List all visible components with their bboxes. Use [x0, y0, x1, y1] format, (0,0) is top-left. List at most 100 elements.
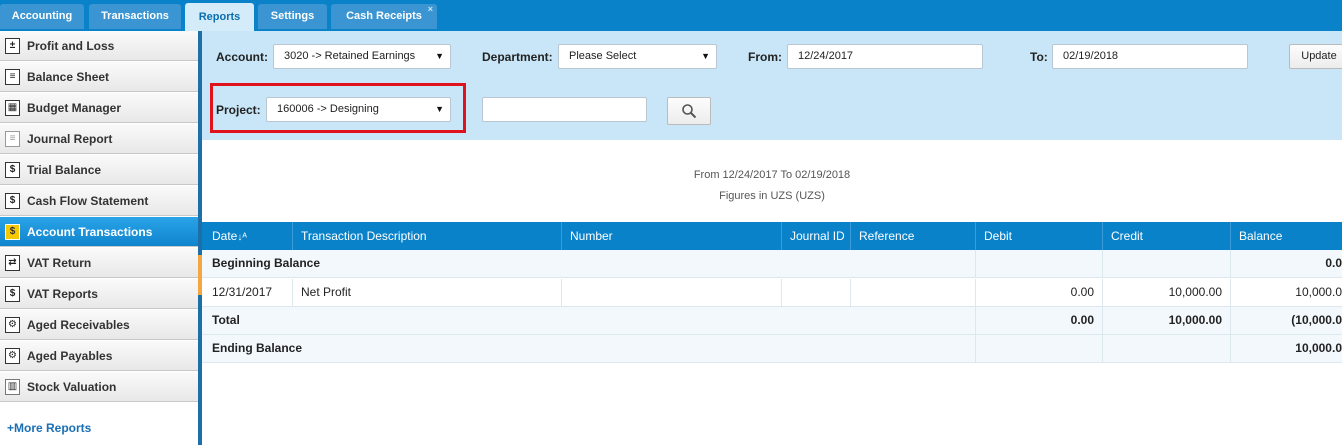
account-label: Account: — [216, 50, 268, 64]
report-currency: Figures in UZS (UZS) — [719, 190, 825, 202]
balance-cell: 0.0 — [1230, 250, 1342, 278]
debit-cell — [975, 335, 1102, 363]
vat-return-icon: ⇄ — [5, 255, 20, 271]
header-description[interactable]: Transaction Description — [292, 222, 561, 250]
close-icon[interactable]: × — [428, 0, 433, 22]
dollar-document-icon: $ — [5, 193, 20, 209]
sidebar-item-label: Aged Receivables — [27, 318, 130, 332]
number-cell — [561, 279, 781, 307]
sidebar-item-label: Trial Balance — [27, 163, 102, 177]
more-reports-link[interactable]: +More Reports — [7, 421, 91, 435]
aged-payables-icon: ⚙ — [5, 348, 20, 364]
account-select[interactable]: 3020 -> Retained Earnings ▼ — [273, 44, 451, 69]
header-balance[interactable]: Balance — [1230, 222, 1342, 250]
department-label: Department: — [482, 50, 553, 64]
header-debit[interactable]: Debit — [975, 222, 1102, 250]
sidebar-item-vat-return[interactable]: ⇄ VAT Return — [0, 248, 198, 278]
credit-cell — [1102, 250, 1230, 278]
debit-cell: 0.00 — [975, 307, 1102, 335]
sidebar-item-label: Cash Flow Statement — [27, 194, 149, 208]
search-button[interactable] — [667, 97, 711, 125]
sidebar-item-aged-receivables[interactable]: ⚙ Aged Receivables — [0, 310, 198, 340]
description-cell: Net Profit — [292, 279, 561, 307]
sidebar-item-label: Account Transactions — [27, 225, 153, 239]
tab-transactions[interactable]: Transactions — [89, 4, 181, 29]
sidebar-item-cash-flow-statement[interactable]: $ Cash Flow Statement — [0, 186, 198, 216]
to-date-input[interactable]: 02/19/2018 — [1052, 44, 1248, 69]
sidebar-item-aged-payables[interactable]: ⚙ Aged Payables — [0, 341, 198, 371]
date-cell: 12/31/2017 — [212, 285, 273, 299]
sidebar-item-label: Profit and Loss — [27, 39, 115, 53]
tab-cash-receipts[interactable]: Cash Receipts × — [331, 4, 437, 29]
sort-icon: ↓ᴬ — [237, 232, 247, 243]
project-select[interactable]: 160006 -> Designing ▼ — [266, 97, 451, 122]
credit-cell — [1102, 335, 1230, 363]
search-icon — [682, 104, 697, 119]
aged-receivables-icon: ⚙ — [5, 317, 20, 333]
dollar-document-icon: $ — [5, 162, 20, 178]
credit-cell: 10,000.00 — [1102, 307, 1230, 335]
sidebar-item-balance-sheet[interactable]: ≡ Balance Sheet — [0, 62, 198, 92]
header-date[interactable]: Date↓ᴬ — [202, 222, 292, 250]
tab-settings[interactable]: Settings — [258, 4, 327, 29]
tab-reports[interactable]: Reports — [185, 3, 254, 31]
vat-reports-icon: $ — [5, 286, 20, 302]
balance-cell: (10,000.0 — [1230, 307, 1342, 335]
balance-cell: 10,000.0 — [1230, 335, 1342, 363]
from-label: From: — [748, 50, 782, 64]
sidebar-item-trial-balance[interactable]: $ Trial Balance — [0, 155, 198, 185]
dropdown-arrow-icon: ▼ — [435, 51, 444, 61]
dropdown-arrow-icon: ▼ — [701, 51, 710, 61]
dropdown-arrow-icon: ▼ — [435, 104, 444, 114]
account-transactions-icon: $ — [5, 224, 20, 240]
header-reference[interactable]: Reference — [850, 222, 975, 250]
sidebar-item-budget-manager[interactable]: ▦ Budget Manager — [0, 93, 198, 123]
header-number[interactable]: Number — [561, 222, 781, 250]
account-select-value: 3020 -> Retained Earnings — [284, 50, 416, 62]
report-date-range: From 12/24/2017 To 02/19/2018 — [693, 169, 851, 181]
row-label: Total — [212, 313, 240, 327]
reference-cell — [850, 279, 975, 307]
debit-cell — [975, 250, 1102, 278]
search-input[interactable] — [482, 97, 647, 122]
project-select-value: 160006 -> Designing — [277, 103, 379, 115]
to-label: To: — [1030, 50, 1048, 64]
journal-id-cell — [781, 279, 850, 307]
tab-cash-receipts-label: Cash Receipts — [346, 10, 422, 22]
table-row[interactable]: 12/31/2017 Net Profit 0.00 10,000.00 10,… — [202, 279, 1342, 307]
table-row: Beginning Balance 0.0 — [202, 250, 1342, 278]
balance-sheet-icon: ≡ — [5, 69, 20, 85]
reports-sidebar: ± Profit and Loss ≡ Balance Sheet ▦ Budg… — [0, 31, 198, 445]
sidebar-item-stock-valuation[interactable]: ▥ Stock Valuation — [0, 372, 198, 402]
department-select[interactable]: Please Select ▼ — [558, 44, 717, 69]
sidebar-item-label: VAT Reports — [27, 287, 98, 301]
tab-accounting[interactable]: Accounting — [0, 4, 84, 29]
sidebar-item-profit-and-loss[interactable]: ± Profit and Loss — [0, 31, 198, 61]
debit-cell: 0.00 — [975, 279, 1102, 307]
budget-icon: ▦ — [5, 100, 20, 116]
top-tab-bar: Accounting Transactions Reports Settings… — [0, 0, 1342, 31]
credit-cell: 10,000.00 — [1102, 279, 1230, 307]
row-label: Ending Balance — [212, 341, 303, 355]
sidebar-item-label: VAT Return — [27, 256, 92, 270]
filter-panel: Account: 3020 -> Retained Earnings ▼ Dep… — [202, 31, 1342, 140]
row-label: Beginning Balance — [212, 256, 321, 270]
table-row: Total 0.00 10,000.00 (10,000.0 — [202, 307, 1342, 335]
profit-loss-icon: ± — [5, 38, 20, 54]
stock-valuation-icon: ▥ — [5, 379, 20, 395]
table-header: Date↓ᴬ Transaction Description Number Jo… — [202, 222, 1342, 250]
project-label: Project: — [216, 103, 261, 117]
header-journal-id[interactable]: Journal ID — [781, 222, 850, 250]
update-button[interactable]: Update — [1289, 44, 1342, 69]
header-credit[interactable]: Credit — [1102, 222, 1230, 250]
sidebar-item-label: Journal Report — [27, 132, 113, 146]
department-select-value: Please Select — [569, 50, 637, 62]
sidebar-item-vat-reports[interactable]: $ VAT Reports — [0, 279, 198, 309]
sidebar-item-label: Balance Sheet — [27, 70, 110, 84]
sidebar-item-account-transactions[interactable]: $ Account Transactions — [0, 217, 198, 247]
from-date-input[interactable]: 12/24/2017 — [787, 44, 983, 69]
header-date-label: Date — [212, 229, 238, 243]
sidebar-item-label: Aged Payables — [27, 349, 113, 363]
table-row: Ending Balance 10,000.0 — [202, 335, 1342, 363]
sidebar-item-journal-report[interactable]: ≡ Journal Report — [0, 124, 198, 154]
